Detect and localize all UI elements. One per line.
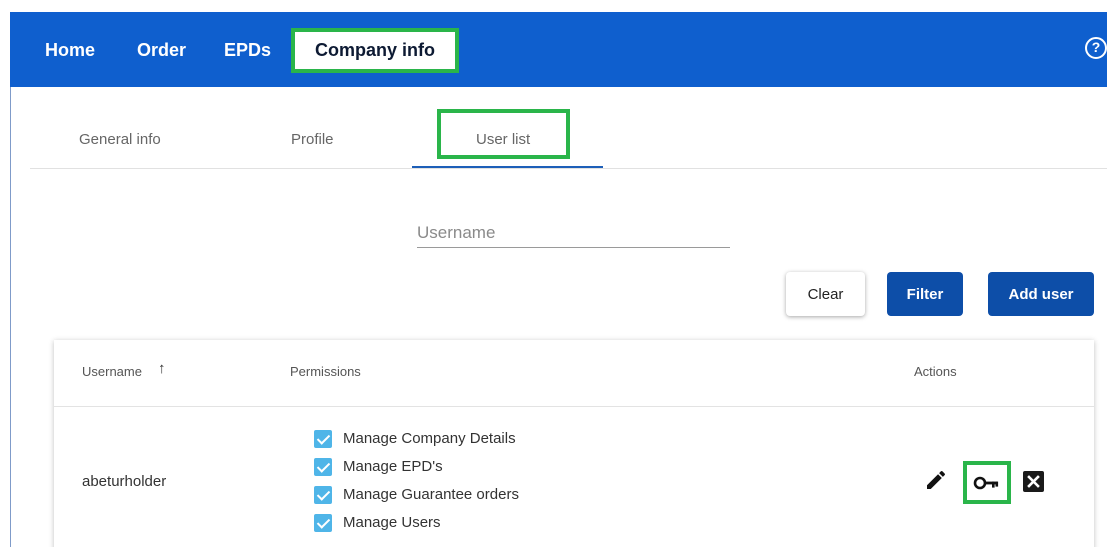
nav-company-info[interactable]: Company info xyxy=(291,28,459,73)
nav-order[interactable]: Order xyxy=(137,39,186,61)
row-username: abeturholder xyxy=(82,473,167,490)
user-table: Username ↑ Permissions Actions abeturhol… xyxy=(54,340,1094,547)
clear-button[interactable]: Clear xyxy=(786,272,865,316)
permission-label: Manage Users xyxy=(343,514,441,531)
permission-label: Manage EPD's xyxy=(343,458,443,475)
active-tab-indicator xyxy=(412,166,603,168)
header-divider xyxy=(54,406,1094,407)
filter-button[interactable]: Filter xyxy=(887,272,963,316)
key-icon[interactable] xyxy=(963,461,1011,504)
nav-home[interactable]: Home xyxy=(45,39,95,61)
permission-checkbox[interactable] xyxy=(314,514,332,532)
nav-epds[interactable]: EPDs xyxy=(224,39,271,61)
tab-user-list[interactable]: User list xyxy=(476,131,530,148)
column-header-actions: Actions xyxy=(914,364,957,379)
tabs-divider xyxy=(30,168,1107,169)
permission-checkbox[interactable] xyxy=(314,430,332,448)
close-box-icon[interactable] xyxy=(1023,471,1044,492)
permission-label: Manage Company Details xyxy=(343,430,516,447)
permission-checkbox[interactable] xyxy=(314,458,332,476)
permission-label: Manage Guarantee orders xyxy=(343,486,519,503)
tab-general-info[interactable]: General info xyxy=(79,131,161,148)
column-header-username[interactable]: Username xyxy=(82,364,142,379)
tab-profile[interactable]: Profile xyxy=(291,131,334,148)
pencil-icon[interactable] xyxy=(924,468,948,492)
username-filter-input[interactable] xyxy=(417,214,730,248)
top-nav-bar: Home Order EPDs Company info ? xyxy=(10,12,1107,87)
sort-ascending-icon[interactable]: ↑ xyxy=(158,360,166,377)
column-header-permissions: Permissions xyxy=(290,364,361,379)
add-user-button[interactable]: Add user xyxy=(988,272,1094,316)
left-border xyxy=(10,87,11,547)
permission-checkbox[interactable] xyxy=(314,486,332,504)
help-icon[interactable]: ? xyxy=(1085,37,1107,59)
